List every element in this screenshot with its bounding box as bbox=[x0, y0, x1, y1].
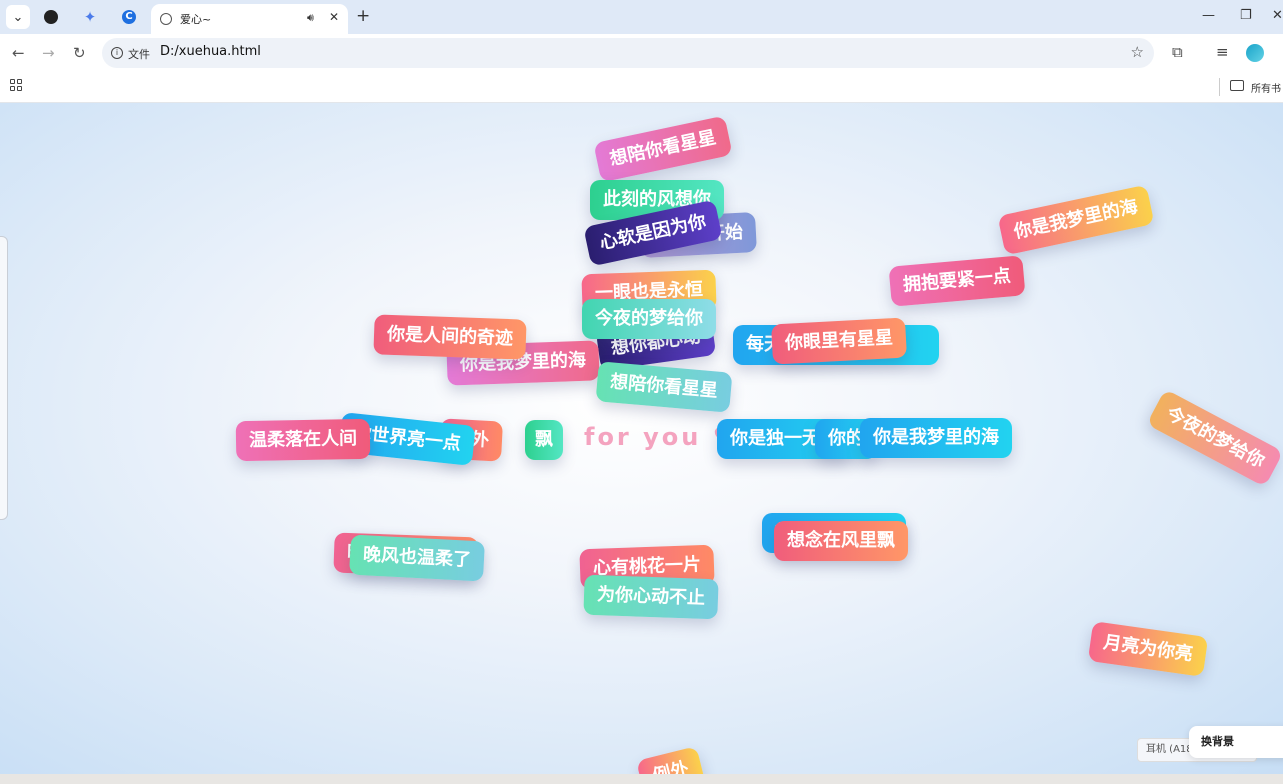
extensions-icon[interactable]: ⧉ bbox=[1172, 43, 1183, 61]
floating-text-chip: 例外 bbox=[636, 746, 706, 774]
tab-title: 爱心~ bbox=[180, 13, 212, 26]
tab-active[interactable]: 爱心~ 🔊︎ ✕ bbox=[151, 4, 348, 34]
all-bookmarks-link[interactable]: 所有书 bbox=[1251, 80, 1281, 95]
site-info-label[interactable]: 文件 bbox=[128, 46, 150, 62]
gemini-icon: ✦ bbox=[83, 8, 97, 26]
floating-text-chip: 为你心动不止 bbox=[583, 574, 719, 620]
pinned-tab-c[interactable]: C bbox=[117, 5, 141, 29]
floating-text-chip: 温柔落在人间 bbox=[235, 418, 371, 462]
reload-icon[interactable]: ↻ bbox=[73, 44, 86, 62]
side-panel-handle[interactable] bbox=[0, 236, 8, 520]
switch-background-button[interactable]: 换背景 bbox=[1189, 726, 1283, 758]
apps-grid-icon[interactable] bbox=[10, 79, 22, 91]
forward-icon[interactable]: → bbox=[42, 44, 55, 62]
floating-text-chip: 想念在风里飘 bbox=[774, 521, 908, 561]
avatar[interactable] bbox=[1246, 44, 1264, 62]
floating-text-chip: 飘 bbox=[525, 420, 563, 460]
floating-text-chip: 你是人间的奇迹 bbox=[373, 314, 527, 360]
taskbar-strip bbox=[0, 774, 1283, 784]
floating-text-chip: 你是我梦里的海 bbox=[997, 184, 1155, 256]
floating-text-chip: 想陪你看星星 bbox=[595, 361, 733, 413]
floating-text-chip: 月亮为你亮 bbox=[1087, 621, 1209, 677]
floating-text-chip: 想陪你看星星 bbox=[593, 115, 733, 183]
floating-text-chip: 拥抱要紧一点 bbox=[888, 255, 1026, 307]
globe-icon bbox=[160, 13, 172, 25]
floating-text-chip: 你眼里有星星 bbox=[771, 317, 907, 365]
back-icon[interactable]: ← bbox=[12, 44, 25, 62]
bookmark-star-icon[interactable]: ☆ bbox=[1131, 43, 1144, 61]
folder-icon[interactable] bbox=[1230, 80, 1244, 91]
center-text: for you ♥ bbox=[584, 423, 738, 451]
floating-text-chip: 今夜的梦给你 bbox=[1146, 388, 1283, 488]
chevron-down-icon: ⌄ bbox=[12, 9, 24, 25]
github-icon bbox=[44, 10, 58, 24]
divider bbox=[1219, 78, 1220, 96]
floating-text-chip: 今夜的梦给你 bbox=[582, 299, 716, 339]
info-icon[interactable]: i bbox=[111, 47, 123, 59]
floating-text-chip: 你是我梦里的海 bbox=[860, 418, 1012, 458]
speaker-icon[interactable]: 🔊︎ bbox=[307, 11, 314, 25]
close-icon[interactable]: ✕ bbox=[329, 10, 339, 24]
tab-search-button[interactable]: ⌄ bbox=[6, 5, 30, 29]
new-tab-button[interactable]: + bbox=[356, 7, 370, 25]
c-logo-icon: C bbox=[122, 10, 136, 24]
media-control-icon[interactable]: ≡ bbox=[1216, 43, 1229, 61]
pinned-tab-github[interactable] bbox=[39, 5, 63, 29]
tab-strip: ⌄ ✦ C 爱心~ 🔊︎ ✕ + — ❐ ✕ bbox=[0, 0, 1283, 34]
bookmarks-bar: 所有书 bbox=[0, 72, 1283, 103]
url-text[interactable]: D:/xuehua.html bbox=[160, 44, 261, 59]
floating-text-chip: 晚风也温柔了 bbox=[349, 534, 485, 582]
pinned-tab-gemini[interactable]: ✦ bbox=[78, 5, 102, 29]
page-canvas: 想陪你看星星 是我的开始 此刻的风想你 心软是因为你 你是我梦里的海 拥抱要紧一… bbox=[0, 103, 1283, 774]
close-window-icon[interactable]: ✕ bbox=[1272, 8, 1283, 23]
address-bar[interactable]: i 文件 D:/xuehua.html ☆ bbox=[102, 38, 1154, 68]
toolbar: ← → ↻ i 文件 D:/xuehua.html ☆ ⧉ ≡ bbox=[0, 34, 1283, 72]
restore-icon[interactable]: ❐ bbox=[1240, 8, 1252, 23]
minimize-icon[interactable]: — bbox=[1202, 8, 1215, 23]
